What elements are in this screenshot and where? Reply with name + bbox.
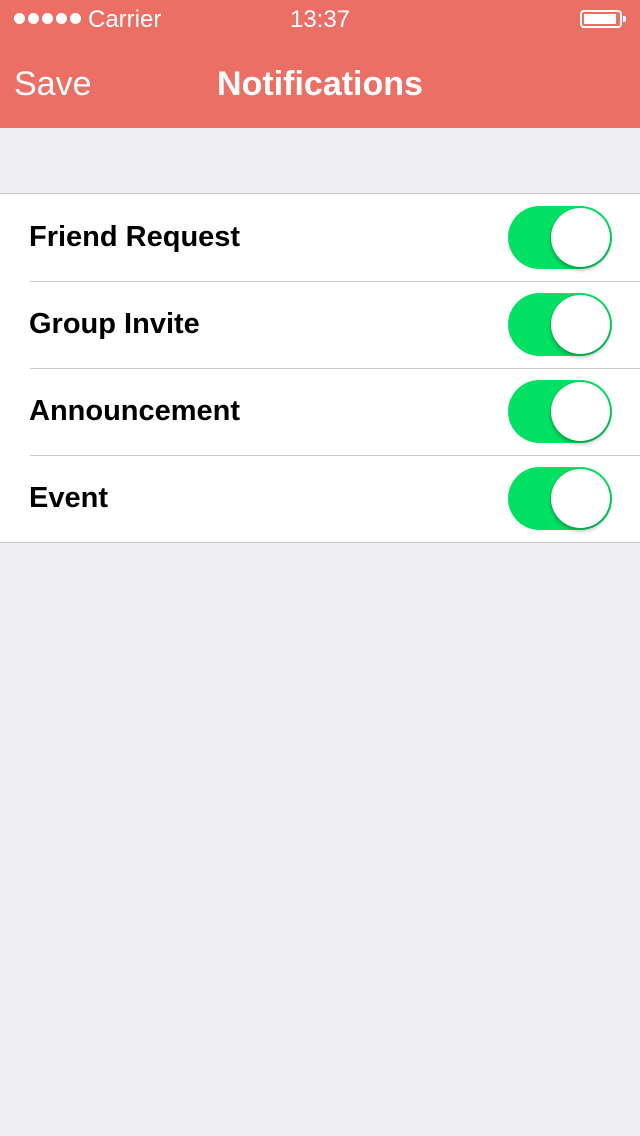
status-bar: Carrier 13:37	[0, 0, 640, 40]
setting-row-friend-request: Friend Request	[0, 194, 640, 281]
setting-label: Announcement	[29, 395, 241, 427]
toggle-knob	[551, 208, 610, 267]
page-title: Notifications	[217, 65, 423, 103]
setting-row-event: Event	[0, 455, 640, 542]
setting-label: Event	[29, 482, 108, 514]
battery-icon	[580, 10, 626, 28]
setting-label: Friend Request	[29, 221, 241, 253]
notification-settings-list: Friend Request Group Invite Announcement…	[0, 193, 640, 543]
event-toggle[interactable]	[508, 467, 612, 530]
navigation-bar: Carrier 13:37 Save Notifications	[0, 0, 640, 128]
status-time: 13:37	[289, 6, 351, 33]
group-invite-toggle[interactable]	[508, 293, 612, 356]
friend-request-toggle[interactable]	[508, 206, 612, 269]
setting-row-group-invite: Group Invite	[0, 281, 640, 368]
toggle-knob	[551, 469, 610, 528]
setting-label: Group Invite	[29, 308, 200, 340]
toggle-knob	[551, 382, 610, 441]
setting-row-announcement: Announcement	[0, 368, 640, 455]
announcement-toggle[interactable]	[508, 380, 612, 443]
toggle-knob	[551, 295, 610, 354]
